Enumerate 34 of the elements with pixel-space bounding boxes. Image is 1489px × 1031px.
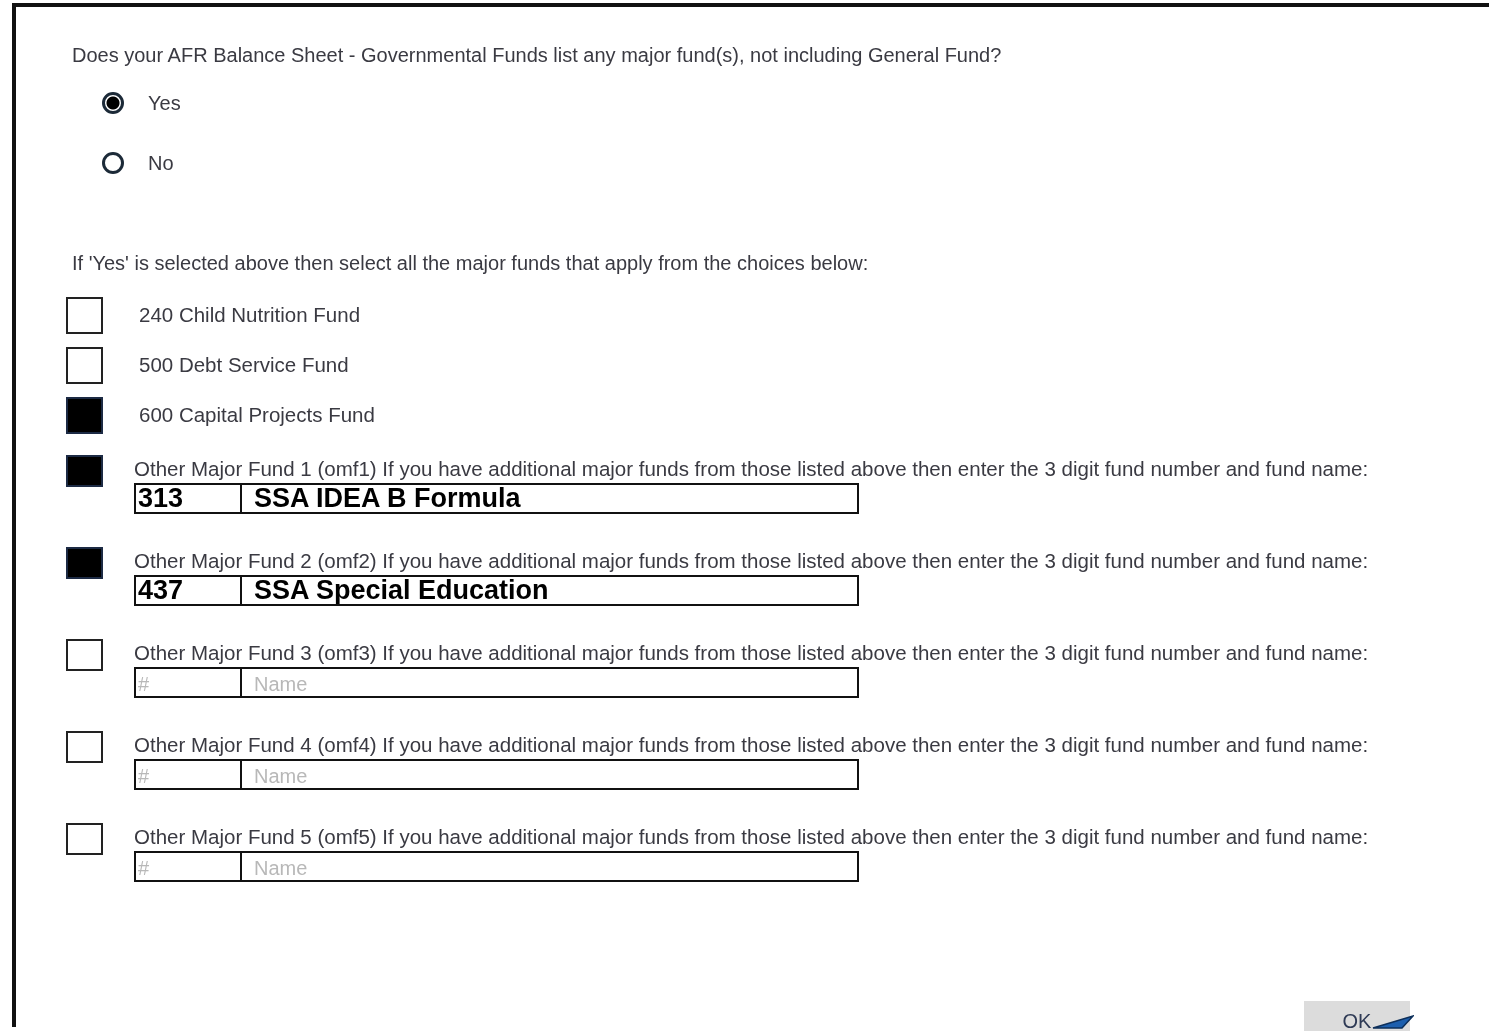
- checkbox[interactable]: [66, 823, 103, 855]
- checkbox[interactable]: [66, 547, 103, 579]
- question-text: Does your AFR Balance Sheet - Governmental Funds list any major fund(s), not including General Fund?: [72, 43, 1003, 68]
- fund-name-field[interactable]: SSA Special Education: [240, 575, 859, 606]
- fund-label: Other Major Fund 1 (omf1) If you have additional major funds from those listed above then enter the 3 digit fund number and fund name:: [134, 456, 1369, 482]
- instruction-text: If 'Yes' is selected above then select all the major funds that apply from the choices below:: [72, 251, 870, 276]
- fund-number-field[interactable]: #: [134, 667, 240, 698]
- fund-name-field[interactable]: Name: [240, 759, 859, 790]
- checkbox[interactable]: [66, 731, 103, 763]
- checkbox[interactable]: [66, 639, 103, 671]
- radio-button[interactable]: [102, 92, 124, 114]
- fund-number-field[interactable]: 437: [134, 575, 240, 606]
- fund-label: Other Major Fund 5 (omf5) If you have additional major funds from those listed above then enter the 3 digit fund number and fund name:: [134, 824, 1369, 850]
- fund-number-field[interactable]: 313: [134, 483, 240, 514]
- ok-button[interactable]: OK: [1304, 1001, 1410, 1031]
- fund-label: Other Major Fund 2 (omf2) If you have additional major funds from those listed above then enter the 3 digit fund number and fund name:: [134, 548, 1369, 574]
- radio-button[interactable]: [102, 152, 124, 174]
- fund-label: Other Major Fund 3 (omf3) If you have additional major funds from those listed above then enter the 3 digit fund number and fund name:: [134, 640, 1369, 666]
- radio-label: No: [148, 151, 174, 175]
- checkbox[interactable]: [66, 455, 103, 487]
- checkbox[interactable]: [66, 347, 103, 384]
- cursor-icon: [1372, 1015, 1414, 1029]
- fund-name-field[interactable]: Name: [240, 851, 859, 882]
- checkbox[interactable]: [66, 297, 103, 334]
- fund-label: Other Major Fund 4 (omf4) If you have additional major funds from those listed above then enter the 3 digit fund number and fund name:: [134, 732, 1369, 758]
- radio-label: Yes: [148, 91, 181, 115]
- fund-label: 500 Debt Service Fund: [139, 352, 349, 378]
- fund-label: 240 Child Nutrition Fund: [139, 302, 361, 328]
- fund-name-field[interactable]: Name: [240, 667, 859, 698]
- fund-number-field[interactable]: #: [134, 759, 240, 790]
- fund-number-field[interactable]: #: [134, 851, 240, 882]
- fund-name-field[interactable]: SSA IDEA B Formula: [240, 483, 859, 514]
- fund-label: 600 Capital Projects Fund: [139, 402, 375, 428]
- checkbox[interactable]: [66, 397, 103, 434]
